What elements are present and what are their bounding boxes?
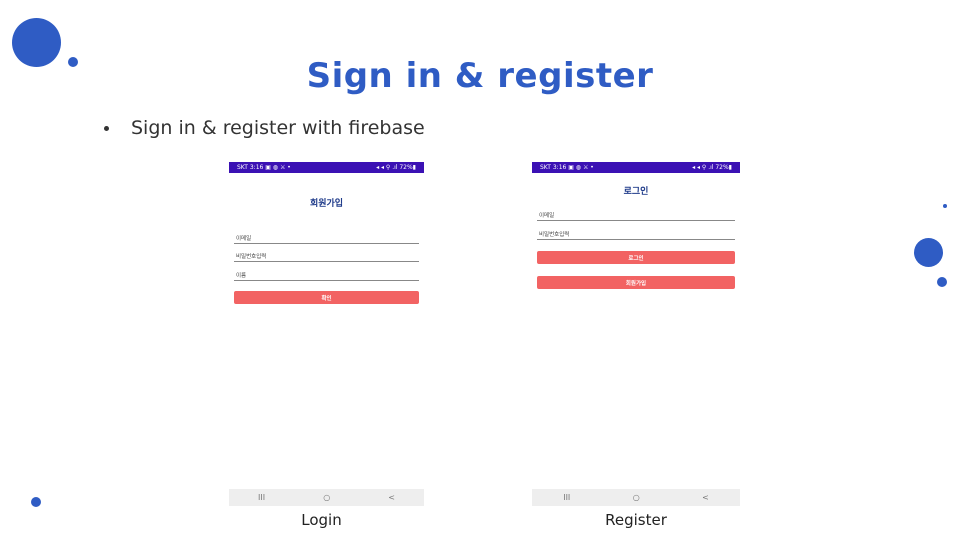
decor-circle-bottom-left — [31, 497, 41, 507]
status-left: SKT 3:16 ▣ ◍ ⚔ • — [540, 164, 594, 171]
status-bar: SKT 3:16 ▣ ◍ ⚔ • ◂ ◂ ⚲ .ıl 72%▮ — [532, 162, 740, 173]
bullet-text: Sign in & register with firebase — [131, 117, 425, 139]
android-nav-bar: III ○ < — [532, 489, 740, 506]
register-caption: Register — [605, 511, 667, 529]
decor-circle-medium-right — [914, 238, 943, 267]
decor-circle-tiny-right — [943, 204, 947, 208]
screen-title: 회원가입 — [309, 199, 344, 209]
screen-title: 로그인 — [623, 187, 649, 197]
login-phone-screenshot: SKT 3:16 ▣ ◍ ⚔ • ◂ ◂ ⚲ .ıl 72%▮ 회원가입 이메일… — [229, 162, 424, 506]
home-icon[interactable]: ○ — [323, 493, 330, 502]
back-icon[interactable]: < — [702, 493, 709, 502]
recent-apps-icon[interactable]: III — [258, 493, 265, 502]
recent-apps-icon[interactable]: III — [563, 493, 570, 502]
email-field[interactable]: 이메일 — [234, 232, 419, 244]
confirm-button[interactable]: 확인 — [234, 291, 419, 304]
status-right: ◂ ◂ ⚲ .ıl 72%▮ — [692, 164, 732, 171]
home-icon[interactable]: ○ — [633, 493, 640, 502]
login-caption: Login — [301, 511, 342, 529]
decor-circle-small-right — [937, 277, 947, 287]
back-icon[interactable]: < — [388, 493, 395, 502]
slide-title: Sign in & register — [306, 56, 654, 96]
email-field[interactable]: 이메일 — [537, 209, 735, 221]
bullet-dot — [104, 125, 109, 131]
signup-button[interactable]: 회원가입 — [537, 276, 735, 289]
status-left: SKT 3:16 ▣ ◍ ⚔ • — [237, 164, 291, 171]
bullet-item: Sign in & register with firebase — [104, 117, 425, 139]
name-field[interactable]: 이름 — [234, 269, 419, 281]
status-bar: SKT 3:16 ▣ ◍ ⚔ • ◂ ◂ ⚲ .ıl 72%▮ — [229, 162, 424, 173]
status-right: ◂ ◂ ⚲ .ıl 72%▮ — [376, 164, 416, 171]
android-nav-bar: III ○ < — [229, 489, 424, 506]
password-field[interactable]: 비밀번호입력 — [537, 228, 735, 240]
register-phone-screenshot: SKT 3:16 ▣ ◍ ⚔ • ◂ ◂ ⚲ .ıl 72%▮ 로그인 이메일 … — [532, 162, 740, 506]
login-button[interactable]: 로그인 — [537, 251, 735, 264]
password-field[interactable]: 비밀번호입력 — [234, 250, 419, 262]
